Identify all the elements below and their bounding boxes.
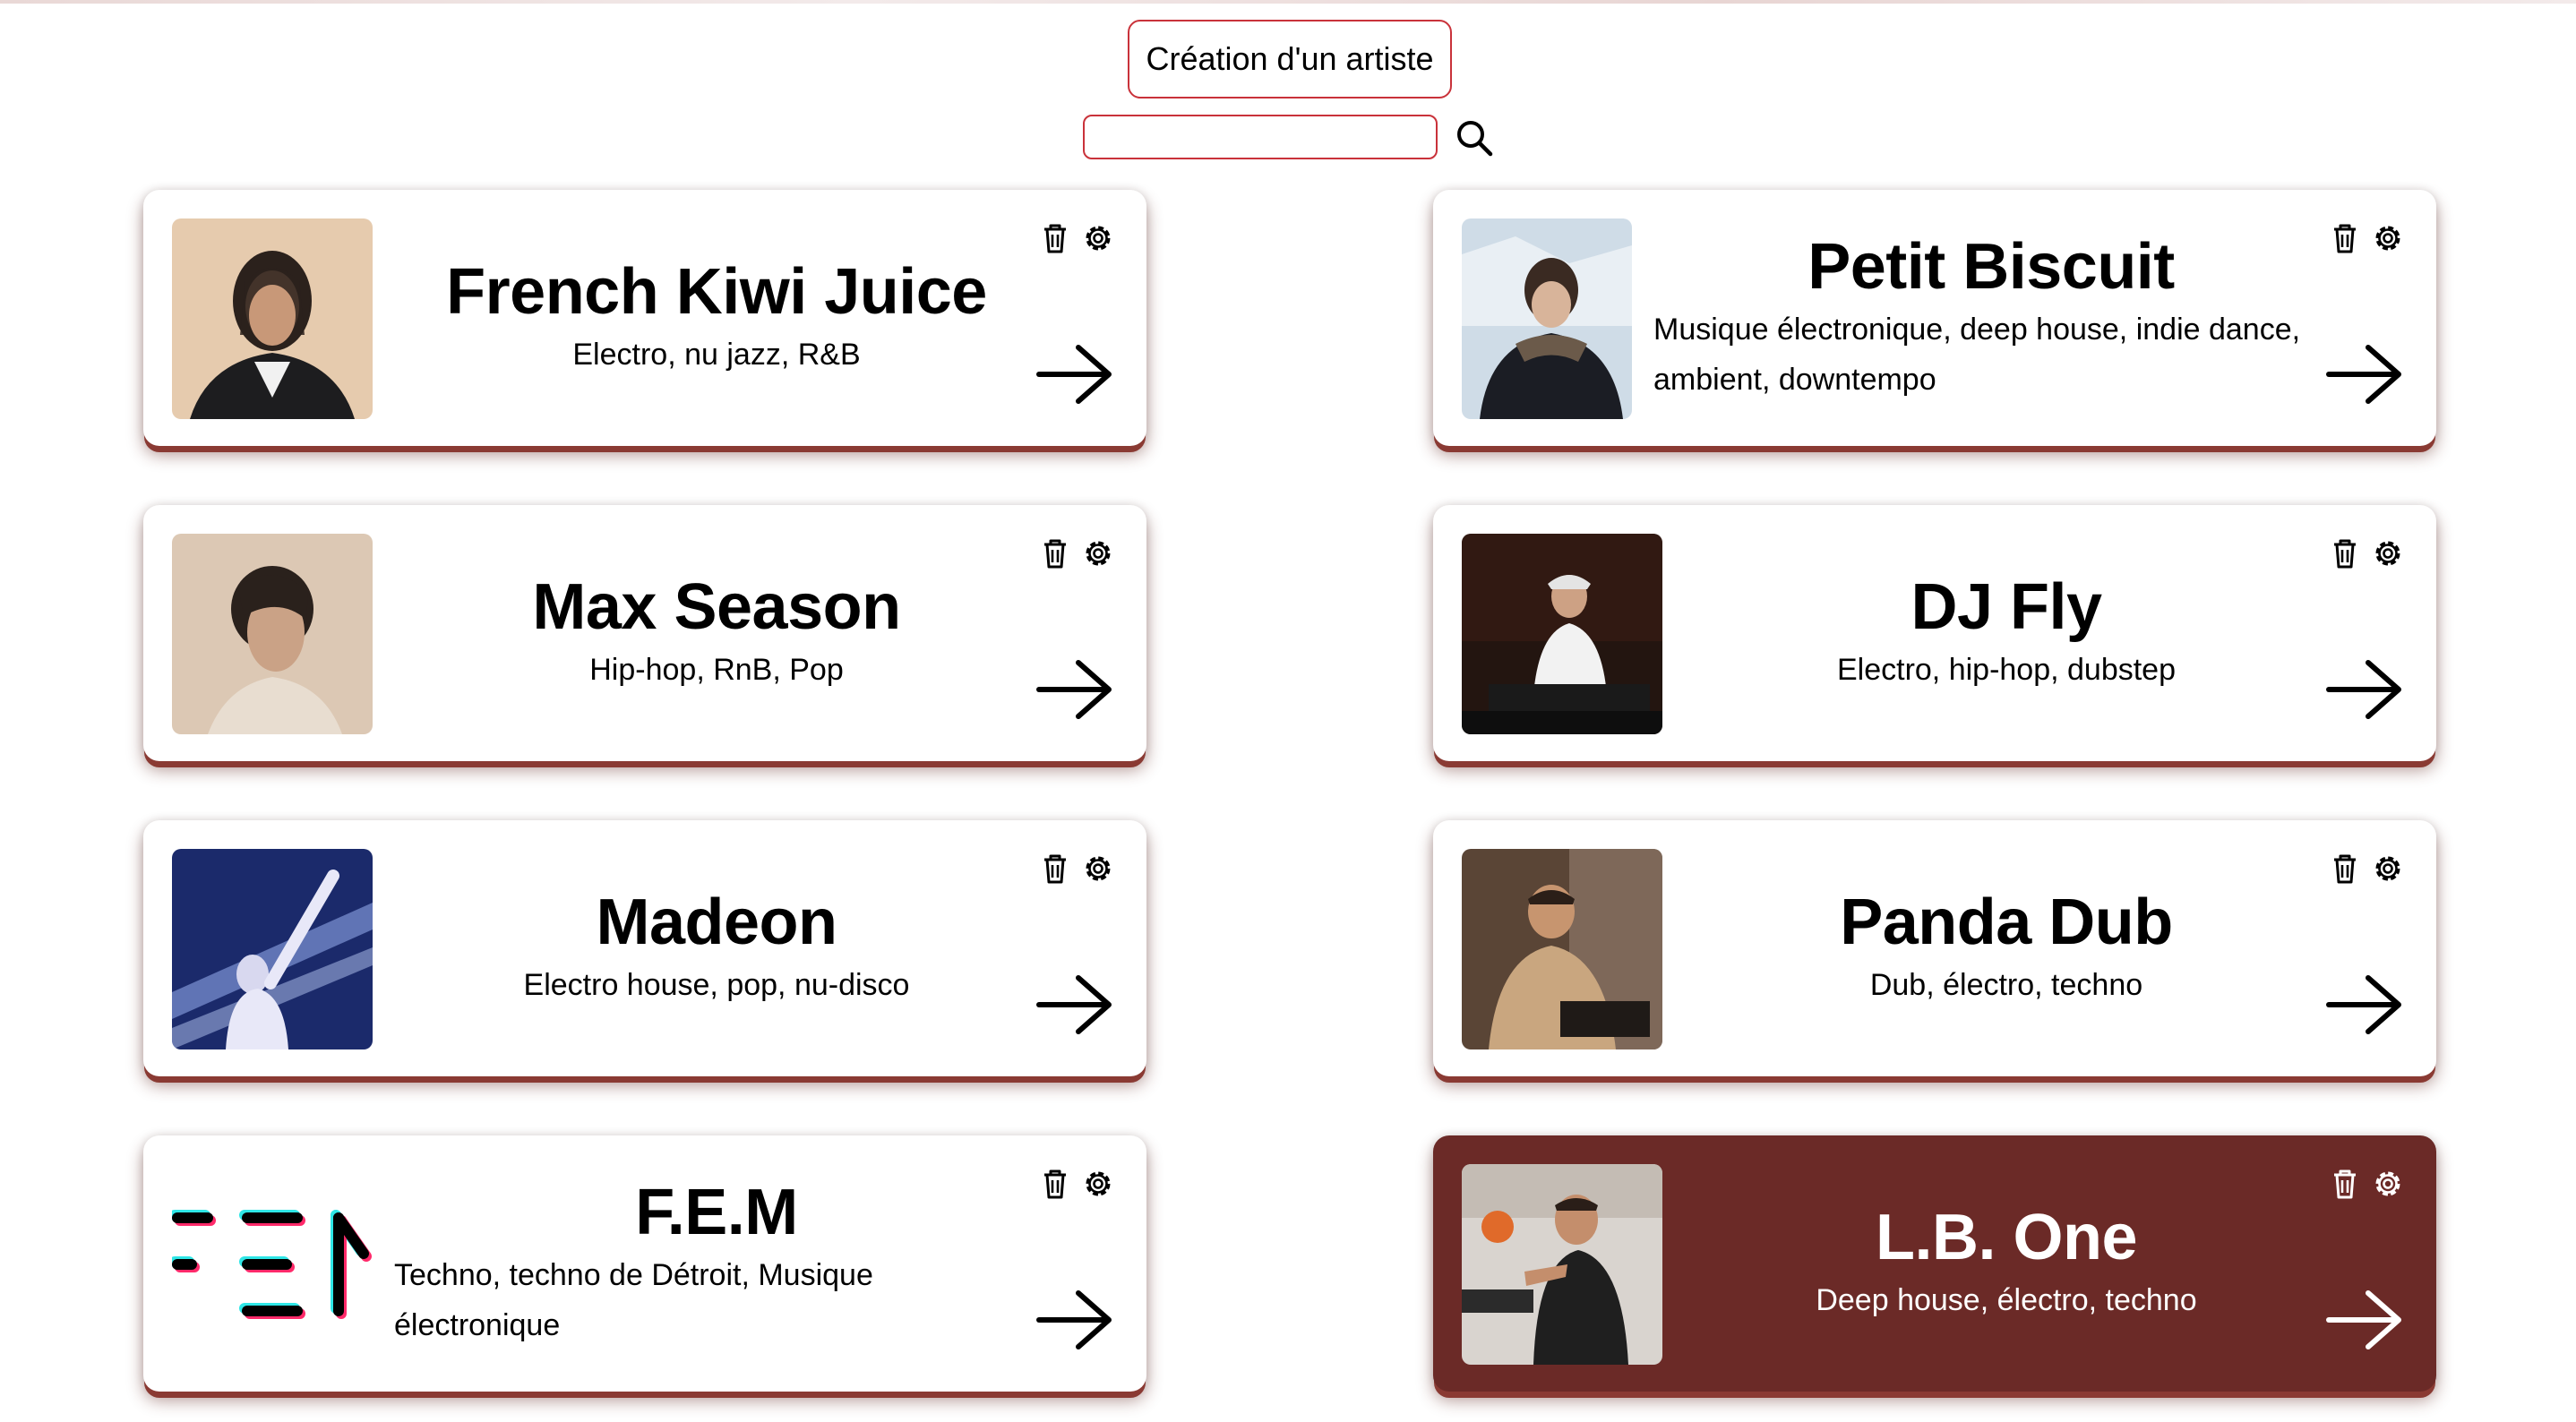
artist-info: French Kiwi Juice Electro, nu jazz, R&B	[394, 190, 1039, 446]
gear-icon[interactable]	[2370, 220, 2406, 256]
artist-logo	[172, 1164, 373, 1365]
artist-photo	[1462, 534, 1662, 734]
trash-icon[interactable]	[1037, 1166, 1073, 1202]
artist-card-french-kiwi-juice[interactable]: French Kiwi Juice Electro, nu jazz, R&B	[143, 190, 1146, 446]
artist-name: F.E.M	[635, 1177, 798, 1248]
artist-genres: Hip-hop, RnB, Pop	[589, 653, 844, 687]
artist-name: Petit Biscuit	[1807, 231, 2175, 303]
artist-card-lb-one[interactable]: L.B. One Deep house, électro, techno	[1433, 1135, 2436, 1392]
gear-icon[interactable]	[2370, 1166, 2406, 1202]
card-actions	[1037, 851, 1116, 887]
artist-info: Max Season Hip-hop, RnB, Pop	[394, 505, 1039, 761]
arrow-right-icon[interactable]	[1035, 972, 1114, 1037]
card-actions	[2327, 220, 2406, 256]
arrow-right-icon[interactable]	[1035, 657, 1114, 722]
trash-icon[interactable]	[2327, 1166, 2363, 1202]
card-actions	[2327, 851, 2406, 887]
artist-photo	[172, 534, 373, 734]
gear-icon[interactable]	[1080, 1166, 1116, 1202]
artist-genres: Deep house, électro, techno	[1816, 1283, 2197, 1317]
arrow-right-icon[interactable]	[2325, 972, 2404, 1037]
card-actions	[2327, 535, 2406, 571]
card-actions	[2327, 1166, 2406, 1202]
artist-name: Max Season	[532, 571, 901, 643]
trash-icon[interactable]	[1037, 851, 1073, 887]
artist-info: Panda Dub Dub, électro, techno	[1684, 820, 2329, 1076]
artist-info: Petit Biscuit Musique électronique, deep…	[1653, 190, 2329, 446]
artist-photo	[172, 849, 373, 1049]
card-actions	[1037, 535, 1116, 571]
artist-grid: French Kiwi Juice Electro, nu jazz, R&B	[0, 0, 2576, 1422]
artist-photo	[1462, 1164, 1662, 1365]
artist-name: L.B. One	[1875, 1202, 2138, 1273]
gear-icon[interactable]	[2370, 535, 2406, 571]
artist-card-fem[interactable]: F.E.M Techno, techno de Détroit, Musique…	[143, 1135, 1146, 1392]
artist-genres: Electro house, pop, nu-disco	[523, 968, 910, 1002]
artist-genres: Techno, techno de Détroit, Musique élect…	[394, 1258, 873, 1342]
artist-genres: Electro, hip-hop, dubstep	[1836, 653, 2177, 687]
trash-icon[interactable]	[2327, 851, 2363, 887]
artist-genres: Dub, électro, techno	[1869, 968, 2143, 1002]
artist-photo	[172, 218, 373, 419]
trash-icon[interactable]	[1037, 220, 1073, 256]
card-actions	[1037, 1166, 1116, 1202]
artist-name: French Kiwi Juice	[446, 256, 987, 328]
artist-info: F.E.M Techno, techno de Détroit, Musique…	[394, 1135, 1039, 1392]
artist-card-dj-fly[interactable]: DJ Fly Electro, hip-hop, dubstep	[1433, 505, 2436, 761]
gear-icon[interactable]	[2370, 851, 2406, 887]
gear-icon[interactable]	[1080, 851, 1116, 887]
artist-genres: Electro, nu jazz, R&B	[572, 338, 861, 372]
gear-icon[interactable]	[1080, 535, 1116, 571]
artist-name: Panda Dub	[1840, 887, 2173, 958]
card-actions	[1037, 220, 1116, 256]
gear-icon[interactable]	[1080, 220, 1116, 256]
artist-info: L.B. One Deep house, électro, techno	[1684, 1135, 2329, 1392]
artist-info: Madeon Electro house, pop, nu-disco	[394, 820, 1039, 1076]
arrow-right-icon[interactable]	[2325, 1288, 2404, 1352]
trash-icon[interactable]	[2327, 220, 2363, 256]
artist-card-max-season[interactable]: Max Season Hip-hop, RnB, Pop	[143, 505, 1146, 761]
trash-icon[interactable]	[1037, 535, 1073, 571]
artist-photo	[1462, 218, 1632, 419]
arrow-right-icon[interactable]	[2325, 657, 2404, 722]
arrow-right-icon[interactable]	[1035, 342, 1114, 407]
artist-name: Madeon	[596, 887, 837, 958]
artist-card-panda-dub[interactable]: Panda Dub Dub, électro, techno	[1433, 820, 2436, 1076]
artist-photo	[1462, 849, 1662, 1049]
artist-info: DJ Fly Electro, hip-hop, dubstep	[1684, 505, 2329, 761]
arrow-right-icon[interactable]	[1035, 1288, 1114, 1352]
arrow-right-icon[interactable]	[2325, 342, 2404, 407]
trash-icon[interactable]	[2327, 535, 2363, 571]
artist-card-madeon[interactable]: Madeon Electro house, pop, nu-disco	[143, 820, 1146, 1076]
artist-name: DJ Fly	[1911, 571, 2102, 643]
artist-card-petit-biscuit[interactable]: Petit Biscuit Musique électronique, deep…	[1433, 190, 2436, 446]
artist-genres: Musique électronique, deep house, indie …	[1653, 313, 2301, 397]
